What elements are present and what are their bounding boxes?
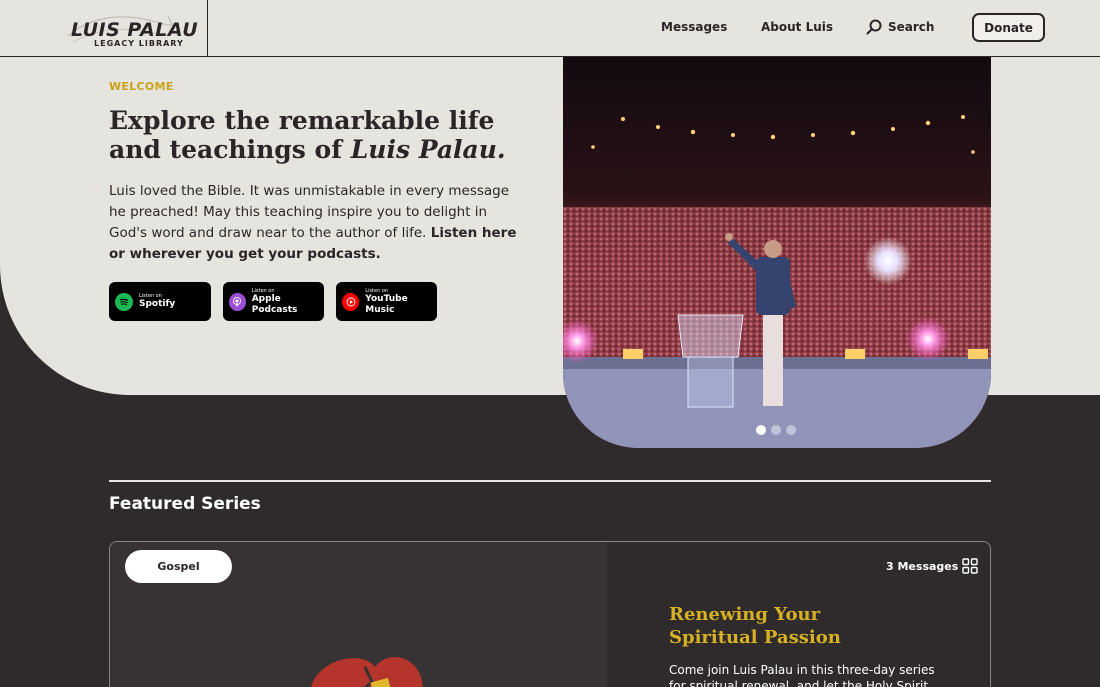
hero-title-italic: Luis Palau. <box>350 135 506 164</box>
site-header: LUIS PALAU LEGACY LIBRARY Messages About… <box>0 0 1100 57</box>
spotify-label: Spotify <box>139 299 176 309</box>
search-button[interactable]: Search <box>866 19 934 35</box>
logo-subtitle: LEGACY LIBRARY <box>94 39 184 48</box>
carousel-dot-2[interactable] <box>771 425 781 435</box>
nav-about-luis[interactable]: About Luis <box>761 20 833 34</box>
crowd-stage-image <box>563 57 991 448</box>
message-count[interactable]: 3 Messages <box>886 558 978 574</box>
apple-podcasts-button[interactable]: Listen on Apple Podcasts <box>223 282 324 321</box>
hero-eyebrow: WELCOME <box>109 80 174 93</box>
carousel-dots <box>756 425 796 435</box>
donate-button[interactable]: Donate <box>972 13 1045 42</box>
featured-series-card[interactable]: Gospel 3 Messages Renewing Your Spiritua… <box>109 541 991 687</box>
series-description: Come join Luis Palau in this three-day s… <box>669 663 935 687</box>
category-tag-gospel[interactable]: Gospel <box>125 550 232 583</box>
logo-title: LUIS PALAU <box>71 19 199 41</box>
search-label: Search <box>888 20 935 34</box>
series-title[interactable]: Renewing Your Spiritual Passion <box>669 603 909 649</box>
youtube-music-label: YouTube Music <box>365 293 408 315</box>
logo[interactable]: LUIS PALAU LEGACY LIBRARY <box>0 0 208 56</box>
apple-podcasts-icon <box>229 292 246 311</box>
spotify-icon <box>115 292 133 311</box>
section-divider <box>109 480 991 482</box>
youtube-music-icon <box>342 292 360 311</box>
carousel-dot-3[interactable] <box>786 425 796 435</box>
hero-title: Explore the remarkable life and teaching… <box>109 106 539 164</box>
featured-series-heading: Featured Series <box>109 494 261 514</box>
carousel-dot-1[interactable] <box>756 425 766 435</box>
youtube-music-button[interactable]: Listen on YouTube Music <box>336 282 437 321</box>
grid-icon <box>962 558 978 574</box>
message-count-label: 3 Messages <box>886 559 959 573</box>
apple-podcasts-label: Apple Podcasts <box>251 293 298 315</box>
spotify-button[interactable]: Listen on Spotify <box>109 282 211 321</box>
nav-messages[interactable]: Messages <box>661 20 727 34</box>
hero-image <box>563 57 991 448</box>
search-icon <box>866 19 882 35</box>
hero-description: Luis loved the Bible. It was unmistakabl… <box>109 181 529 265</box>
